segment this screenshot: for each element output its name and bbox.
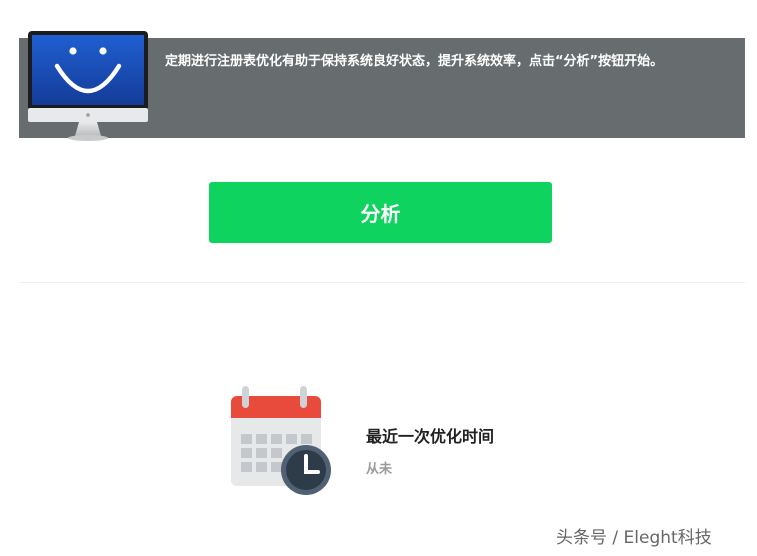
analyze-button[interactable]: 分析	[209, 182, 552, 243]
section-divider	[19, 282, 745, 283]
banner-message: 定期进行注册表优化有助于保持系统良好状态，提升系统效率，点击“分析”按钮开始。	[165, 54, 664, 69]
last-optimization-value: 从未	[366, 462, 393, 477]
watermark-text: 头条号 / Eleght科技	[556, 528, 712, 548]
calendar-clock-icon	[231, 386, 331, 495]
last-optimization-label: 最近一次优化时间	[366, 427, 495, 446]
smiley-monitor-icon	[28, 31, 148, 141]
